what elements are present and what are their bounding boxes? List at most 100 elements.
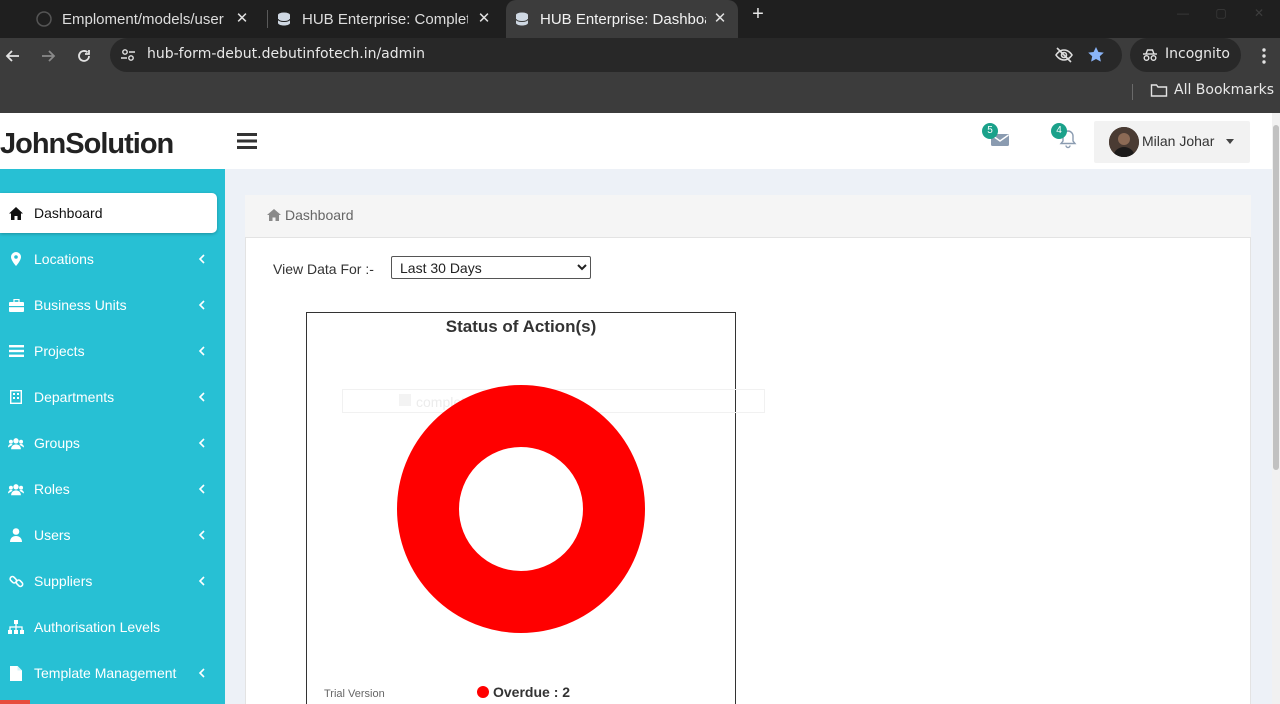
chevron-left-icon xyxy=(198,530,205,540)
page-scrollbar[interactable] xyxy=(1272,113,1280,704)
sidebar-item-roles[interactable]: Roles xyxy=(0,469,225,509)
donut-slice-overdue[interactable] xyxy=(397,385,645,633)
donut-chart xyxy=(397,385,645,633)
browser-toolbar: hub-form-debut.debutinfotech.in/admin In… xyxy=(0,38,1280,74)
list-icon xyxy=(8,343,24,359)
github-icon xyxy=(36,11,52,27)
chevron-left-icon xyxy=(198,254,205,264)
browser-tab-active[interactable]: HUB Enterprise: Dashboard ✕ xyxy=(506,0,738,38)
sidebar-item-authorisation-levels[interactable]: Authorisation Levels xyxy=(0,607,225,647)
sidebar-item-label: Business Units xyxy=(34,297,127,313)
sidebar-item-users[interactable]: Users xyxy=(0,515,225,555)
chevron-down-icon xyxy=(1226,139,1234,144)
sidebar-item-label: Suppliers xyxy=(34,573,93,589)
dashboard-panel: View Data For :- Last 30 Days Status of … xyxy=(245,237,1251,704)
sidebar-item-label: Roles xyxy=(34,481,70,497)
browser-tab[interactable]: Emploment/models/user ✕ xyxy=(36,0,260,38)
sidebar-item-business-units[interactable]: Business Units xyxy=(0,285,225,325)
sidebar-item-suppliers[interactable]: Suppliers xyxy=(0,561,225,601)
bookmarks-divider xyxy=(1132,84,1133,100)
close-window-icon[interactable]: ✕ xyxy=(1252,6,1266,20)
breadcrumb-item[interactable]: Dashboard xyxy=(285,207,354,223)
sidebar-item-label: Authorisation Levels xyxy=(34,619,161,635)
back-arrow-icon[interactable] xyxy=(3,46,23,66)
database-icon xyxy=(515,12,529,26)
new-tab-button[interactable]: + xyxy=(748,4,768,24)
site-settings-icon[interactable] xyxy=(120,47,136,63)
sidebar-item-dashboard[interactable]: Dashboard xyxy=(0,193,217,233)
view-data-label: View Data For :- xyxy=(273,261,374,277)
browser-tab[interactable]: HUB Enterprise: Complete ✕ xyxy=(276,0,502,38)
forward-arrow-icon[interactable] xyxy=(38,46,58,66)
close-tab-icon[interactable]: ✕ xyxy=(234,11,250,27)
sitemap-icon xyxy=(8,619,24,635)
sidebar: Dashboard Locations Business Units Proje… xyxy=(0,169,225,704)
sidebar-item-label: Projects xyxy=(34,343,85,359)
all-bookmarks-button[interactable]: All Bookmarks xyxy=(1150,82,1274,98)
close-tab-icon[interactable]: ✕ xyxy=(476,11,492,27)
sidebar-item-label: Groups xyxy=(34,435,80,451)
tab-title: Emploment/models/user xyxy=(62,10,224,28)
sidebar-item-locations[interactable]: Locations xyxy=(0,239,225,279)
reload-icon[interactable] xyxy=(74,46,94,66)
url-text[interactable]: hub-form-debut.debutinfotech.in/admin xyxy=(147,46,425,62)
avatar-image xyxy=(1109,127,1139,157)
status-of-actions-chart: Status of Action(s) completed_forms Tria… xyxy=(306,312,765,704)
chevron-left-icon xyxy=(198,668,205,678)
sidebar-item-template-management[interactable]: Template Management xyxy=(0,653,225,693)
sidebar-item-projects[interactable]: Projects xyxy=(0,331,225,371)
all-bookmarks-label: All Bookmarks xyxy=(1174,82,1275,98)
map-marker-icon xyxy=(8,251,24,267)
main-content: Dashboard View Data For :- Last 30 Days … xyxy=(225,169,1272,704)
hamburger-menu-icon[interactable] xyxy=(237,132,257,150)
user-menu-button[interactable]: Milan Johar xyxy=(1094,121,1250,163)
sidebar-next-item-marker xyxy=(0,700,30,704)
user-icon xyxy=(8,527,24,543)
chevron-left-icon xyxy=(198,346,205,356)
sidebar-item-departments[interactable]: Departments xyxy=(0,377,225,417)
avatar xyxy=(1109,127,1139,157)
address-bar[interactable]: hub-form-debut.debutinfotech.in/admin xyxy=(110,38,1122,72)
bookmark-star-icon[interactable] xyxy=(1086,45,1106,65)
folder-icon xyxy=(1150,84,1168,97)
sidebar-item-groups[interactable]: Groups xyxy=(0,423,225,463)
link-icon xyxy=(8,573,24,589)
legend-swatch-overdue xyxy=(477,686,489,698)
tab-title: HUB Enterprise: Complete xyxy=(302,10,468,28)
brand-logo-text[interactable]: JohnSolution xyxy=(0,128,174,161)
users-icon xyxy=(8,435,24,451)
trial-version-label: Trial Version xyxy=(324,688,385,700)
mail-count-badge: 5 xyxy=(982,123,998,139)
sidebar-item-label: Dashboard xyxy=(34,205,103,221)
notification-count-badge: 4 xyxy=(1051,123,1067,139)
close-tab-icon[interactable]: ✕ xyxy=(712,11,728,27)
sidebar-item-label: Template Management xyxy=(34,665,177,681)
date-range-select[interactable]: Last 30 Days xyxy=(391,256,591,279)
home-icon xyxy=(8,205,24,221)
chevron-left-icon xyxy=(198,392,205,402)
incognito-indicator[interactable]: Incognito xyxy=(1130,38,1241,72)
chevron-left-icon xyxy=(198,300,205,310)
scrollbar-thumb[interactable] xyxy=(1273,125,1279,470)
maximize-window-icon[interactable]: ▢ xyxy=(1214,6,1228,20)
incognito-label: Incognito xyxy=(1165,46,1230,62)
chevron-left-icon xyxy=(198,438,205,448)
chevron-left-icon xyxy=(198,576,205,586)
minimize-window-icon[interactable]: — xyxy=(1176,6,1190,20)
legend-item-overdue[interactable]: Overdue : 2 xyxy=(493,684,570,700)
browser-tab-strip: Emploment/models/user ✕ HUB Enterprise: … xyxy=(0,0,1280,38)
chevron-left-icon xyxy=(198,484,205,494)
browser-menu-icon[interactable] xyxy=(1256,46,1272,66)
home-icon xyxy=(267,209,281,221)
breadcrumb: Dashboard xyxy=(245,195,1251,237)
tab-title: HUB Enterprise: Dashboard xyxy=(540,10,706,28)
bookmarks-bar: All Bookmarks xyxy=(0,74,1280,113)
sidebar-item-label: Departments xyxy=(34,389,115,405)
building-icon xyxy=(8,389,24,405)
user-name: Milan Johar xyxy=(1142,133,1215,149)
brand-header: JohnSolution xyxy=(0,113,225,169)
file-icon xyxy=(8,665,24,681)
database-icon xyxy=(277,12,291,26)
briefcase-icon xyxy=(8,297,24,313)
eye-off-icon[interactable] xyxy=(1054,46,1074,64)
